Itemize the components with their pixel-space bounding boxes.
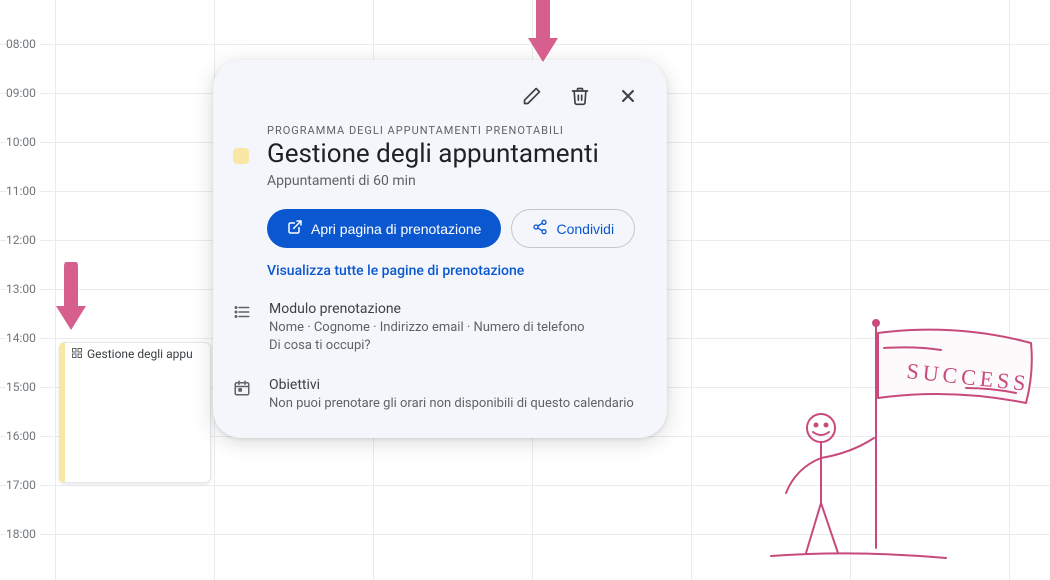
annotation-arrow-top [520, 0, 566, 74]
calendar-event[interactable]: Gestione degli appu [59, 342, 211, 483]
trash-icon [570, 86, 590, 109]
hour-label: 11:00 [6, 184, 40, 198]
view-all-pages-link[interactable]: Visualizza tutte le pagine di prenotazio… [267, 263, 524, 279]
hour-label: 16:00 [6, 429, 40, 443]
day-column-line [1009, 0, 1010, 580]
hour-label: 08:00 [6, 37, 40, 51]
open-external-icon [287, 219, 303, 238]
share-icon [532, 219, 548, 238]
booking-form-fields: Nome · Cognome · Indirizzo email · Numer… [269, 319, 585, 337]
event-color-swatch [233, 148, 249, 164]
goals-description: Non puoi prenotare gli orari non disponi… [269, 395, 634, 413]
hour-label: 17:00 [6, 478, 40, 492]
hour-label: 10:00 [6, 135, 40, 149]
hour-label: 12:00 [6, 233, 40, 247]
hour-label: 13:00 [6, 282, 40, 296]
event-title: Gestione degli appu [87, 347, 193, 361]
open-booking-label: Apri pagina di prenotazione [311, 221, 481, 237]
share-button[interactable]: Condividi [511, 209, 635, 248]
calendar-icon [233, 379, 251, 413]
close-icon [618, 86, 638, 109]
hour-label: 14:00 [6, 331, 40, 345]
edit-button[interactable] [513, 78, 551, 116]
hour-label: 18:00 [6, 527, 40, 541]
close-button[interactable] [609, 78, 647, 116]
annotation-arrow-left [48, 262, 94, 342]
share-label: Condividi [556, 221, 614, 237]
hour-row: 18:00 [0, 534, 1050, 580]
hour-row: 17:00 [0, 485, 1050, 535]
open-booking-page-button[interactable]: Apri pagina di prenotazione [267, 209, 501, 248]
booking-form-question: Di cosa ti occupi? [269, 337, 585, 355]
day-column-line [691, 0, 692, 580]
goals-heading: Obiettivi [269, 377, 634, 393]
popup-subtitle: Appuntamenti di 60 min [267, 173, 599, 189]
pencil-icon [522, 86, 542, 109]
delete-button[interactable] [561, 78, 599, 116]
popup-actions [233, 78, 647, 116]
appointment-popup: PROGRAMMA DEGLI APPUNTAMENTI PRENOTABILI… [213, 60, 667, 438]
list-icon [233, 303, 251, 355]
appointment-icon [71, 347, 83, 362]
popup-eyebrow: PROGRAMMA DEGLI APPUNTAMENTI PRENOTABILI [267, 124, 599, 137]
booking-form-heading: Modulo prenotazione [269, 301, 585, 317]
hour-label: 09:00 [6, 86, 40, 100]
hour-label: 15:00 [6, 380, 40, 394]
day-column-line [850, 0, 851, 580]
popup-title: Gestione degli appuntamenti [267, 139, 599, 169]
